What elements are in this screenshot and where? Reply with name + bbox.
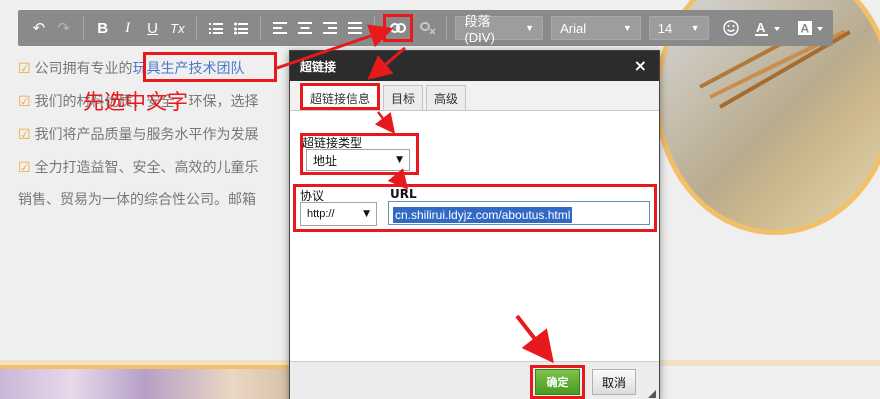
toolbar-separator [260, 16, 262, 40]
chevron-down-icon: ▼ [363, 209, 370, 219]
content-line-3: ☑ 我们将产品质量与服务水平作为发展 [18, 124, 259, 144]
align-left-icon[interactable] [269, 17, 291, 39]
justify-icon[interactable] [344, 17, 366, 39]
link-icon [389, 23, 406, 33]
paragraph-format-select[interactable]: 段落(DIV) ▼ [455, 14, 544, 45]
url-label: URL [390, 187, 417, 201]
font-family-select[interactable]: Arial ▼ [551, 16, 641, 40]
font-size-value: 14 [657, 20, 673, 36]
url-value: cn.shilirui.ldyjz.com/aboutus.html [393, 207, 573, 223]
content-line-5: 销售、贸易为一体的综合性公司。邮箱 [18, 189, 256, 209]
bottom-photo [0, 365, 290, 399]
chevron-down-icon: ▼ [690, 23, 700, 33]
dialog-title-bar[interactable]: 超链接 × [290, 51, 659, 81]
font-family-value: Arial [560, 20, 587, 36]
toolbar-separator [196, 16, 198, 40]
dialog-tabs: 超链接信息 目标 高级 [290, 81, 659, 111]
line4-text: 全力打造益智、安全、高效的儿童乐 [34, 160, 259, 176]
line5-text: 销售、贸易为一体的综合性公司。邮箱 [18, 192, 256, 208]
checkbox-icon: ☑ [18, 127, 31, 143]
protocol-select[interactable]: http:// ▼ [300, 202, 377, 226]
link-type-value: 地址 [313, 153, 338, 168]
clear-format-button[interactable]: Tx [166, 17, 188, 39]
bold-button[interactable]: B [92, 17, 114, 39]
toolbar-separator [82, 16, 84, 40]
tab-advanced[interactable]: 高级 [426, 85, 467, 110]
hyperlink-dialog: 超链接 × 超链接信息 目标 高级 超链接类型 地址 ▼ 协议 URL http… [289, 50, 660, 399]
ordered-list-icon[interactable] [205, 17, 227, 39]
chevron-down-icon: ▼ [525, 23, 535, 33]
url-input[interactable]: cn.shilirui.ldyjz.com/aboutus.html [388, 201, 650, 225]
content-line-4: ☑ 全力打造益智、安全、高效的儿童乐 [18, 157, 259, 177]
font-size-select[interactable]: 14 ▼ [648, 16, 709, 40]
unlink-icon[interactable] [417, 17, 439, 39]
unordered-list-icon[interactable] [230, 17, 252, 39]
insert-link-button[interactable] [382, 14, 413, 42]
underline-button[interactable]: U [142, 17, 164, 39]
undo-icon[interactable]: ↶ [28, 17, 50, 39]
line1-text: 公司拥有专业的 [34, 61, 133, 77]
align-right-icon[interactable] [319, 17, 341, 39]
selected-text-highlight [143, 52, 277, 82]
checkbox-icon: ☑ [18, 61, 31, 77]
close-icon[interactable]: × [634, 56, 647, 75]
toolbar-separator [446, 16, 448, 40]
dialog-footer: 确定 取消 [290, 361, 659, 399]
svg-text:A: A [756, 20, 766, 35]
instruction-annotation: 先选中文字 [83, 90, 188, 114]
redo-icon[interactable]: ↷ [53, 17, 75, 39]
align-center-icon[interactable] [294, 17, 316, 39]
resize-grip-icon[interactable] [648, 390, 656, 398]
line3-text: 我们将产品质量与服务水平作为发展 [34, 127, 259, 143]
font-color-button[interactable]: A [751, 17, 787, 39]
checkbox-icon: ☑ [18, 94, 31, 110]
chevron-down-icon: ▼ [396, 155, 403, 165]
link-type-select[interactable]: 地址 ▼ [306, 149, 410, 171]
svg-text:A: A [801, 22, 810, 36]
editor-page: ↶ ↷ B I U Tx 段落(DIV) ▼ Arial ▼ 14 ▼ A A … [0, 0, 880, 399]
highlight-color-button[interactable]: A [794, 17, 830, 39]
ok-button-highlight [530, 365, 585, 399]
cancel-button[interactable]: 取消 [592, 369, 636, 395]
tab-link-info[interactable]: 超链接信息 [300, 83, 381, 110]
toolbar-separator [373, 16, 375, 40]
dialog-title: 超链接 [300, 59, 337, 74]
emoji-icon[interactable] [721, 17, 743, 39]
editor-toolbar: ↶ ↷ B I U Tx 段落(DIV) ▼ Arial ▼ 14 ▼ A A [18, 10, 833, 46]
italic-button[interactable]: I [117, 17, 139, 39]
chevron-down-icon: ▼ [622, 23, 632, 33]
checkbox-icon: ☑ [18, 160, 31, 176]
paragraph-format-value: 段落(DIV) [464, 14, 495, 45]
protocol-value: http:// [307, 208, 335, 220]
tab-target[interactable]: 目标 [383, 85, 424, 110]
